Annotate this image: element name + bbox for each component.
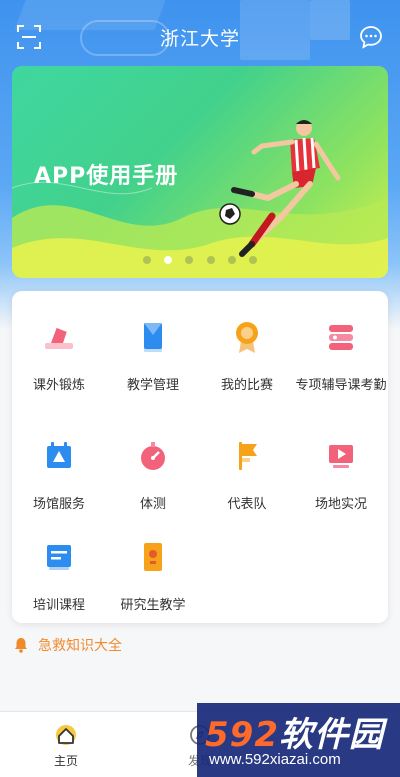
- home-icon: [56, 725, 76, 745]
- menu-item-label: 场馆服务: [32, 497, 85, 512]
- carousel-dot[interactable]: [206, 256, 215, 264]
- menu-item-label: 教学管理: [126, 378, 179, 393]
- menu-item-label: 场地实况: [314, 497, 367, 512]
- menu-item-graduate-teaching[interactable]: 研究生教学: [106, 537, 200, 615]
- menu-item-team[interactable]: 代表队: [200, 436, 294, 514]
- page-title: 浙江大学: [159, 28, 240, 50]
- watermark-url: www.592xiazai.com: [209, 751, 341, 768]
- menu-item-training-course[interactable]: 培训课程: [12, 537, 106, 615]
- flag-icon: [239, 442, 257, 470]
- carousel-dot[interactable]: [227, 256, 236, 264]
- soccer-player-illustration: [219, 120, 341, 257]
- exercise-icon: [45, 326, 73, 349]
- attendance-icon: [329, 325, 353, 350]
- graduate-icon: [144, 543, 162, 571]
- teaching-icon: [144, 323, 162, 352]
- carousel-dot[interactable]: [185, 256, 194, 264]
- medal-icon: [236, 322, 258, 353]
- bell-icon: [15, 638, 27, 653]
- menu-item-label: 代表队: [227, 497, 267, 512]
- watermark-brand-number: 592: [205, 715, 279, 755]
- function-grid: 课外锻炼 教学管理 我的比赛 专项辅导课考勤 场馆服务 体测 代表队 场地实况 …: [12, 291, 388, 623]
- promo-banner[interactable]: APP使用手册: [12, 66, 388, 278]
- carousel-indicator: [12, 249, 388, 268]
- message-icon[interactable]: [358, 24, 384, 50]
- carousel-dot[interactable]: [248, 256, 257, 264]
- menu-item-exercise[interactable]: 课外锻炼: [12, 317, 106, 395]
- menu-item-teaching[interactable]: 教学管理: [106, 317, 200, 395]
- menu-item-venue-service[interactable]: 场馆服务: [12, 436, 106, 514]
- first-aid-link[interactable]: 急救知识大全: [14, 634, 122, 656]
- video-icon: [329, 445, 353, 468]
- menu-item-my-match[interactable]: 我的比赛: [200, 317, 294, 395]
- menu-item-label: 课外锻炼: [32, 378, 85, 393]
- menu-item-label: 专项辅导课考勤: [295, 378, 387, 393]
- stopwatch-icon: [141, 442, 165, 470]
- site-watermark: 592软件园 www.592xiazai.com: [197, 703, 400, 777]
- tab-home[interactable]: 主页: [26, 724, 106, 769]
- menu-item-attendance[interactable]: 专项辅导课考勤: [294, 317, 388, 395]
- course-icon: [47, 545, 71, 570]
- carousel-dot-active[interactable]: [164, 256, 173, 264]
- menu-item-fitness-test[interactable]: 体测: [106, 436, 200, 514]
- carousel-dot[interactable]: [143, 256, 152, 264]
- watermark-brand: 592软件园: [205, 707, 384, 756]
- menu-item-label: 体测: [139, 497, 166, 512]
- calendar-icon: [47, 442, 71, 468]
- menu-item-label: 我的比赛: [220, 378, 273, 393]
- tab-home-label: 主页: [53, 754, 78, 768]
- app-header: 浙江大学: [0, 16, 400, 56]
- menu-item-label: 研究生教学: [120, 598, 186, 613]
- banner-title: APP使用手册: [34, 164, 179, 189]
- menu-item-field-live[interactable]: 场地实况: [294, 436, 388, 514]
- menu-item-label: 培训课程: [32, 598, 85, 613]
- first-aid-label: 急救知识大全: [38, 638, 122, 654]
- watermark-brand-text: 软件园: [278, 715, 384, 755]
